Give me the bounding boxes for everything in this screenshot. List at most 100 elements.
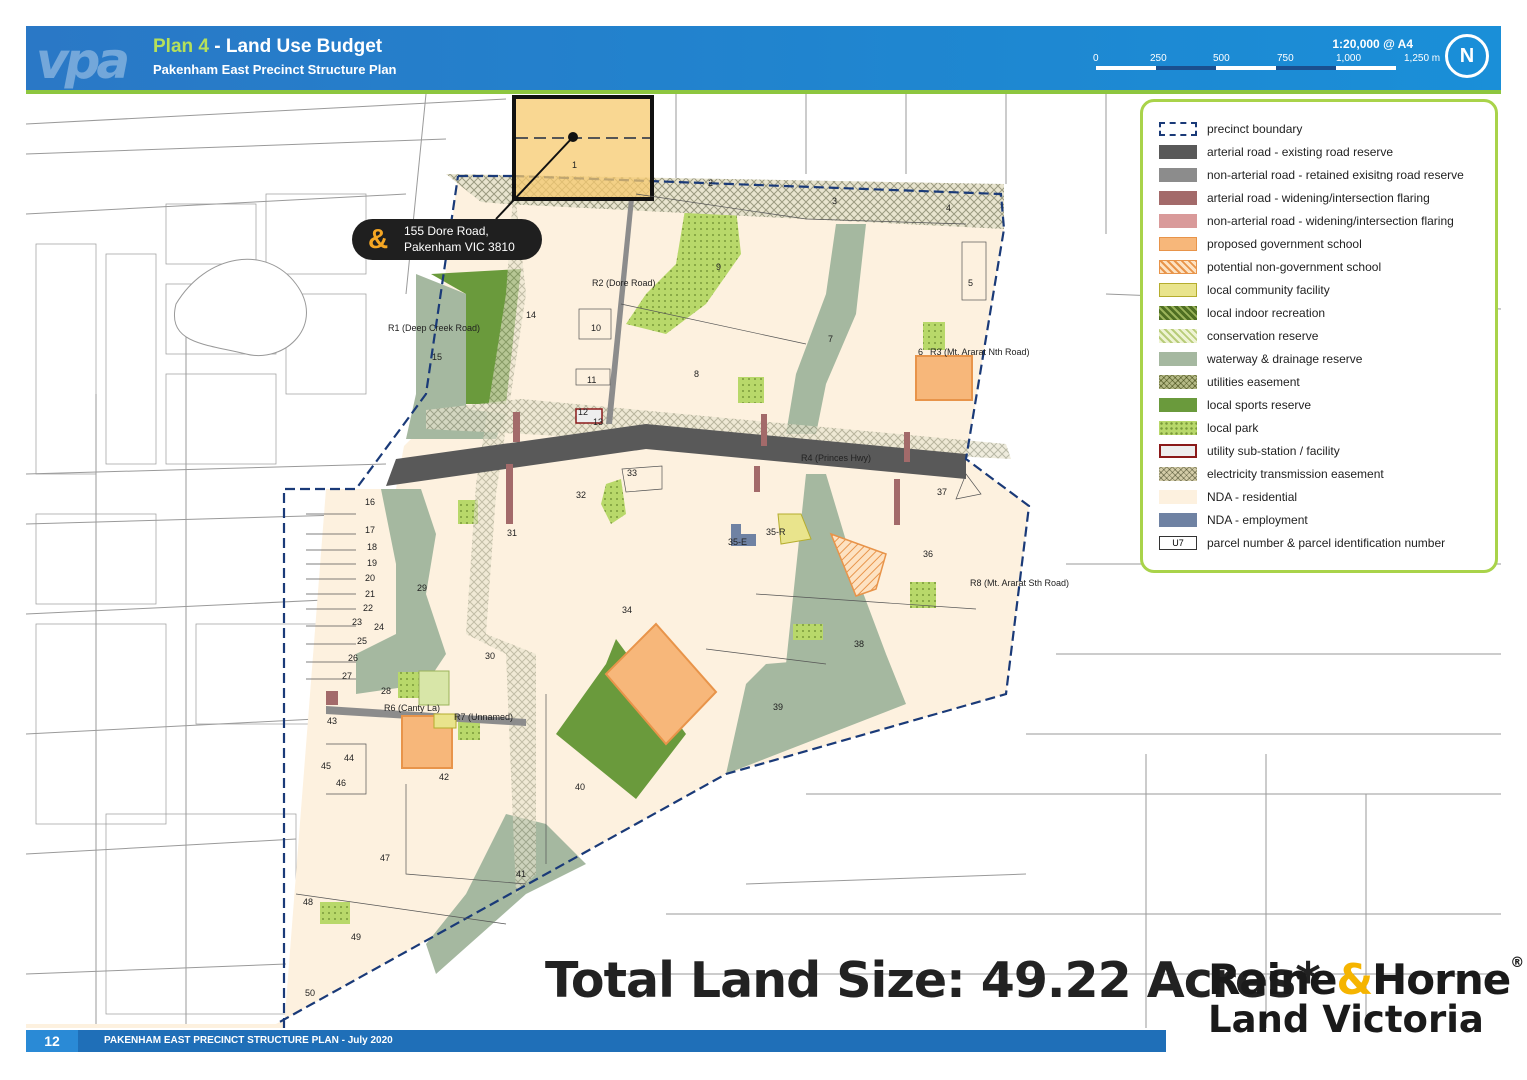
local-park <box>923 322 945 350</box>
local-park <box>320 902 350 924</box>
parcel-label: 25 <box>357 636 368 646</box>
conservation-reserve <box>418 670 450 706</box>
parcel-label: 20 <box>365 573 376 583</box>
parcel-label: 42 <box>439 772 450 782</box>
property-address: 155 Dore Road, Pakenham VIC 3810 <box>404 223 515 255</box>
legend-swatch <box>1159 421 1197 435</box>
property-callout: & 155 Dore Road, Pakenham VIC 3810 <box>352 219 542 260</box>
legend-swatch <box>1159 260 1197 274</box>
parcel-label: 43 <box>327 716 338 726</box>
legend-swatch <box>1159 237 1197 251</box>
parcel-label: 12 <box>578 407 589 417</box>
legend-swatch <box>1159 145 1197 159</box>
local-park <box>458 722 480 740</box>
plan-title-text: - Land Use Budget <box>208 36 383 57</box>
legend-swatch <box>1159 283 1197 297</box>
parcel-label: 21 <box>365 589 376 599</box>
parcel-label: 17 <box>365 525 376 535</box>
parcel-label: 8 <box>694 369 700 379</box>
parcel-label: 24 <box>374 622 385 632</box>
road-label: R2 (Dore Road) <box>592 278 656 288</box>
parcel-label: 33 <box>627 468 638 478</box>
raine-horne-amp-icon: & <box>368 223 389 254</box>
legend-swatch <box>1159 168 1197 182</box>
parcel-label: 28 <box>381 686 392 696</box>
scale-tick: 500 <box>1213 53 1230 64</box>
local-park <box>398 672 420 698</box>
parcel-label: 22 <box>363 603 374 613</box>
legend-swatch-boundary <box>1159 122 1197 136</box>
scale-tick: 250 <box>1150 53 1167 64</box>
raine-horne-logo: Raine&Horne® <box>1208 955 1524 1004</box>
parcel-label: 4 <box>946 203 952 213</box>
road-widening <box>513 412 520 442</box>
vpa-logo: vpa <box>36 32 130 90</box>
legend-swatch <box>1159 444 1197 458</box>
parcel-label: 23 <box>352 617 363 627</box>
parcel-label: 40 <box>575 782 586 792</box>
parcel-label: 14 <box>526 310 537 320</box>
parcel-label: 49 <box>351 932 362 942</box>
legend-swatch-parcel: U7 <box>1159 536 1197 550</box>
parcel-label: 30 <box>485 651 496 661</box>
local-park <box>738 377 764 403</box>
parcel-label: 13 <box>593 417 604 427</box>
road-widening <box>894 479 900 525</box>
scale-ratio: 1:20,000 @ A4 <box>1332 37 1413 51</box>
parcel-label: 6 <box>918 347 924 357</box>
parcel-label: 19 <box>367 558 378 568</box>
parcel-label: 34 <box>622 605 633 615</box>
subject-land <box>512 95 654 201</box>
parcel-label: 26 <box>348 653 359 663</box>
road-widening <box>326 691 338 705</box>
map-legend: precinct boundary arterial road - existi… <box>1140 99 1498 573</box>
parcel-label: 41 <box>516 869 527 879</box>
scale-bar <box>1096 66 1456 70</box>
lake <box>174 258 307 356</box>
parcel-label: 5 <box>968 278 974 288</box>
road-label: R1 (Deep Creek Road) <box>388 323 481 333</box>
parcel-label: 29 <box>417 583 428 593</box>
scale-tick: 0 <box>1093 53 1099 64</box>
legend-swatch <box>1159 467 1197 481</box>
legend-swatch <box>1159 490 1197 504</box>
parcel-label: 2 <box>708 178 714 188</box>
legend-swatch <box>1159 352 1197 366</box>
local-park <box>793 624 823 640</box>
parcel-label: 35-E <box>728 537 748 547</box>
parcel-label: 44 <box>344 753 355 763</box>
parcel-label: 32 <box>576 490 587 500</box>
scale-tick: 1,250 m <box>1404 53 1441 64</box>
parcel-label: 35-R <box>766 527 786 537</box>
scale-tick: 750 <box>1277 53 1294 64</box>
parcel-label: 45 <box>321 761 332 771</box>
legend-swatch <box>1159 398 1197 412</box>
legend-swatch <box>1159 191 1197 205</box>
plan-number: Plan 4 <box>153 36 209 57</box>
parcel-label: 38 <box>854 639 865 649</box>
parcel-label: 31 <box>507 528 518 538</box>
road-label: R6 (Canty La) <box>384 703 441 713</box>
address-line-1: 155 Dore Road, <box>404 224 489 238</box>
plan-header: vpa Plan 4 - Land Use Budget Pakenham Ea… <box>26 26 1501 90</box>
road-label: R3 (Mt. Ararat Nth Road) <box>930 347 1030 357</box>
parcel-label: 47 <box>380 853 391 863</box>
road-widening <box>506 464 513 524</box>
road-label: R8 (Mt. Ararat Sth Road) <box>970 578 1070 588</box>
parcel-label: 1 <box>572 160 578 170</box>
parcel-label: 50 <box>305 988 316 998</box>
land-victoria-logo: Land Victoria <box>1208 998 1484 1041</box>
address-line-2: Pakenham VIC 3810 <box>404 240 515 254</box>
road-label: R4 (Princes Hwy) <box>801 453 872 463</box>
total-land-size: Total Land Size: 49.22 Acres* <box>545 952 1321 1009</box>
scale-tick: 1,000 <box>1336 53 1362 64</box>
legend-swatch <box>1159 375 1197 389</box>
parcel-label: 46 <box>336 778 347 788</box>
plan-title: Plan 4 - Land Use Budget <box>153 36 382 58</box>
parcel-label: 16 <box>365 497 376 507</box>
north-arrow-icon: N <box>1445 34 1489 78</box>
parcel-label: 36 <box>923 549 934 559</box>
local-park <box>910 582 936 608</box>
parcel-label: 3 <box>832 196 838 206</box>
parcel-label: 9 <box>716 262 722 272</box>
